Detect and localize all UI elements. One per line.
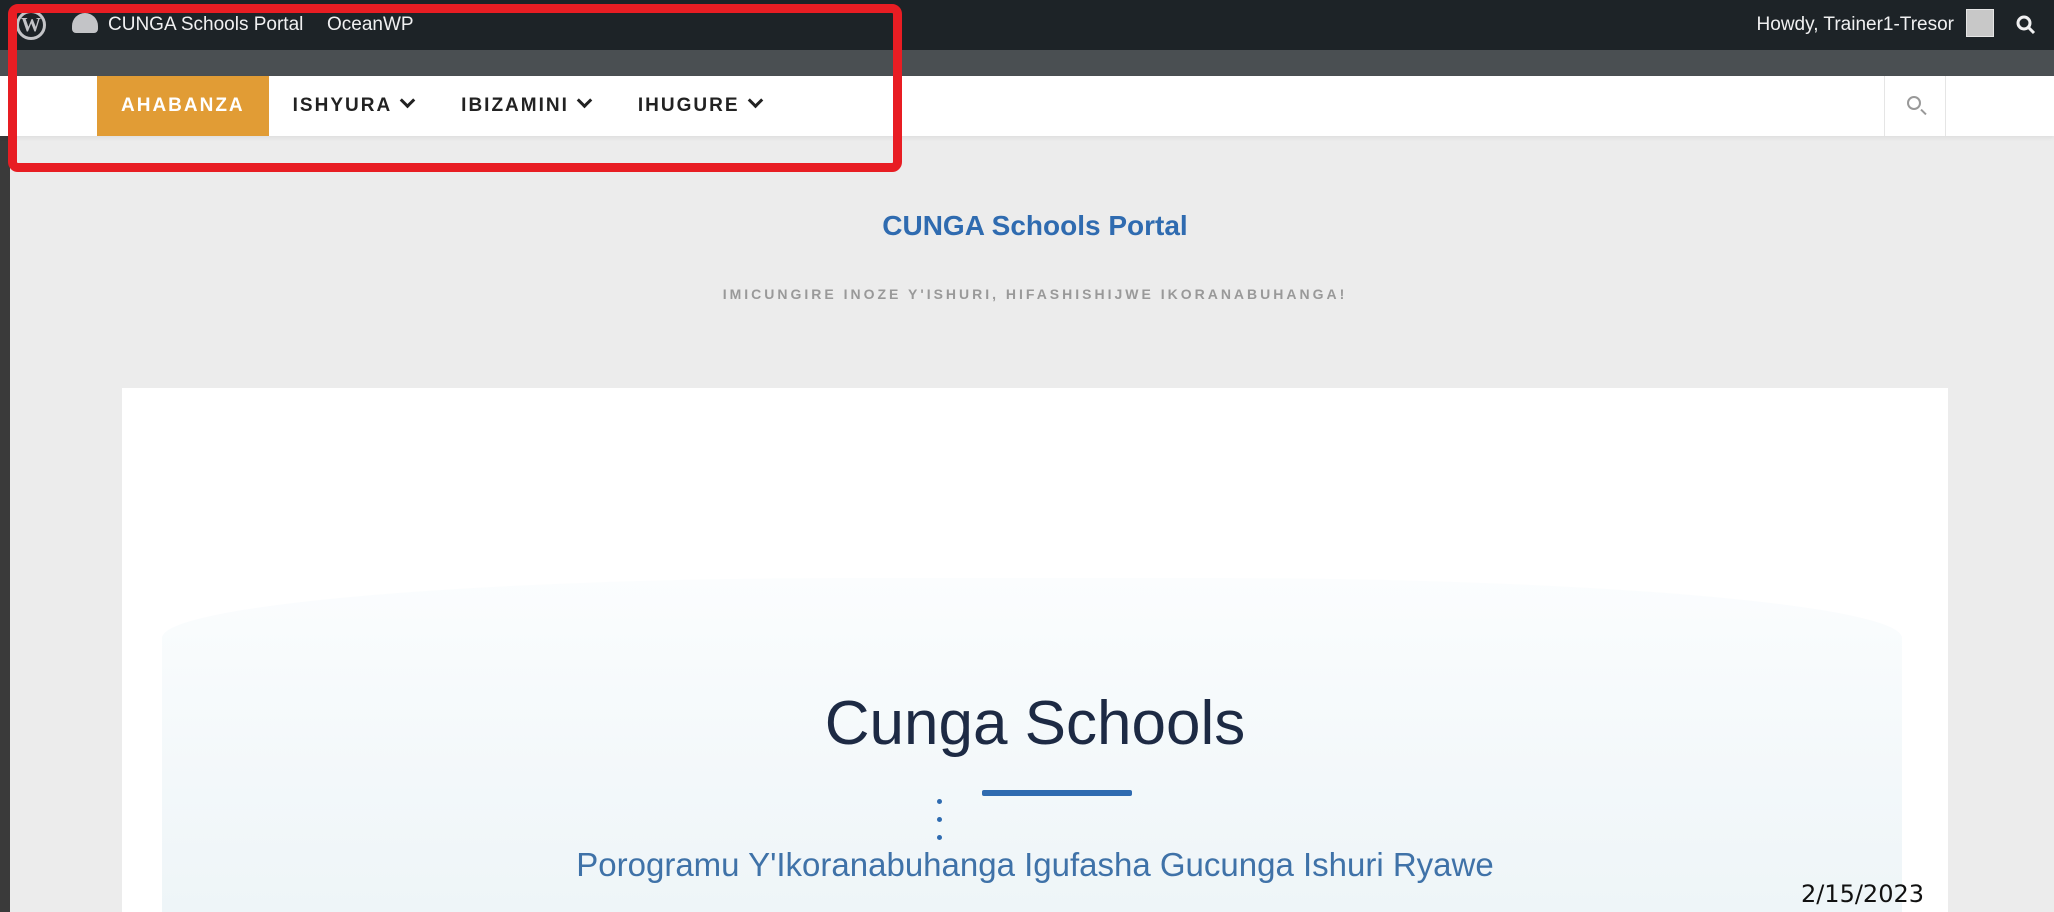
site-description: IMICUNGIRE INOZE Y'ISHURI, HIFASHISHIJWE… [722, 286, 1348, 302]
search-icon [1907, 96, 1921, 110]
admin-bar-account[interactable]: Howdy, Trainer1-Tresor [1757, 0, 1994, 50]
header-search-button[interactable] [1884, 76, 1946, 136]
avatar [1966, 8, 1994, 37]
content-area: Cunga Schools Porogramu Y'Ikoranabuhanga… [122, 388, 1948, 912]
hero-subtitle: Porogramu Y'Ikoranabuhanga Igufasha Gucu… [576, 846, 1494, 883]
date-stamp: 2/15/2023 [1800, 880, 1924, 908]
site-title[interactable]: CUNGA Schools Portal [0, 210, 2054, 242]
hero-title: Cunga Schools [824, 689, 1246, 758]
red-highlight-box [8, 4, 902, 172]
howdy-greeting: Howdy, Trainer1-Tresor [1756, 14, 1954, 35]
admin-bar-search-icon[interactable] [2006, 0, 2046, 50]
